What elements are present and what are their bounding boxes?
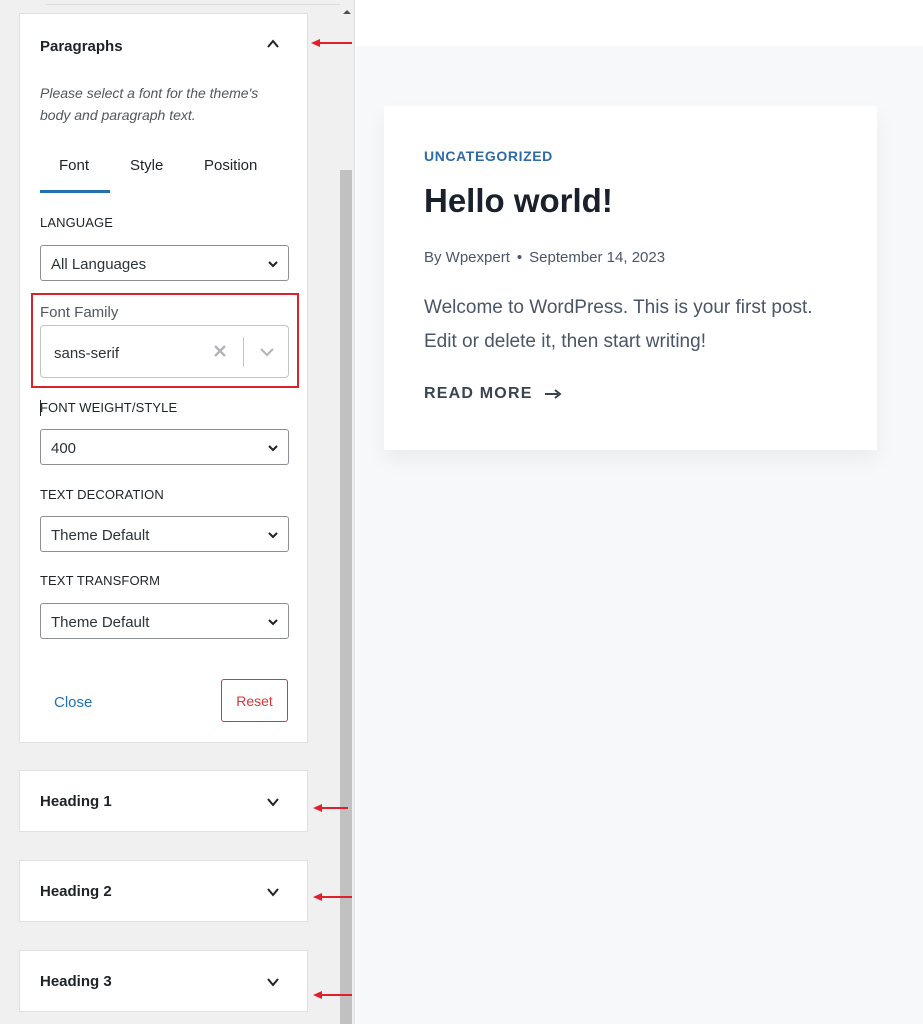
meta-separator: • (516, 249, 523, 266)
chevron-down-icon (268, 532, 278, 539)
section-description: Please select a font for the theme's bod… (40, 85, 259, 123)
language-select-value: All Languages (51, 256, 147, 273)
customizer-sidebar: Paragraphs Please select a font for the … (0, 0, 355, 1024)
section-title-paragraphs[interactable]: Paragraphs (40, 38, 123, 55)
red-arrow-left-icon (313, 991, 352, 999)
chevron-down-icon (268, 445, 278, 452)
section-heading-3[interactable]: Heading 3 (19, 950, 308, 1012)
font-family-value: sans-serif (54, 345, 120, 362)
paragraphs-section: Paragraphs Please select a font for the … (19, 13, 308, 743)
text-transform-value: Theme Default (51, 614, 150, 631)
red-arrow-left-icon (313, 893, 352, 901)
text-decoration-select[interactable]: Theme Default (40, 516, 289, 552)
post-date[interactable]: September 14, 2023 (529, 249, 665, 266)
read-more-label: READ MORE (424, 385, 533, 402)
select-separator (243, 337, 244, 367)
close-x-icon[interactable] (213, 344, 227, 358)
chevron-down-icon[interactable] (266, 975, 280, 989)
section-title-heading-2: Heading 2 (40, 883, 112, 900)
post-meta: By Wpexpert • September 14, 2023 (424, 249, 665, 266)
post-category-link[interactable]: UNCATEGORIZED (424, 148, 553, 164)
tab-style[interactable]: Style (130, 157, 163, 174)
long-arrow-right-icon (545, 388, 562, 399)
post-title[interactable]: Hello world! (424, 182, 613, 220)
language-select[interactable]: All Languages (40, 245, 289, 281)
chevron-down-icon[interactable] (266, 795, 280, 809)
active-tab-indicator (40, 190, 110, 193)
post-card: UNCATEGORIZED Hello world! By Wpexpert • S… (384, 106, 877, 450)
chevron-up-icon[interactable] (266, 37, 280, 51)
font-weight-value: 400 (51, 440, 77, 457)
tab-position[interactable]: Position (204, 157, 257, 174)
red-arrow-left-icon (313, 804, 348, 812)
read-more-link[interactable]: READ MORE (424, 385, 562, 403)
site-preview: UNCATEGORIZED Hello world! By Wpexpert • S… (356, 0, 923, 1024)
red-arrow-left-icon (311, 39, 352, 47)
text-decoration-label: TEXT DECORATION (40, 487, 164, 502)
chevron-down-icon (268, 261, 278, 268)
chevron-down-icon (268, 619, 278, 626)
section-title-heading-1: Heading 1 (40, 793, 112, 810)
text-transform-label: TEXT TRANSFORM (40, 573, 161, 588)
panel-header-edge (46, 0, 340, 5)
font-weight-select[interactable]: 400 (40, 429, 289, 465)
font-family-label: Font Family (40, 304, 119, 321)
section-heading-2[interactable]: Heading 2 (19, 860, 308, 922)
close-link[interactable]: Close (54, 694, 92, 711)
scroll-up-arrow-icon[interactable] (341, 6, 353, 18)
tab-font[interactable]: Font (59, 157, 89, 174)
reset-button[interactable]: Reset (221, 679, 288, 722)
font-weight-label: FONT WEIGHT/STYLE (40, 400, 178, 415)
preview-header-area (356, 0, 923, 46)
chevron-down-icon[interactable] (259, 346, 275, 358)
post-excerpt: Welcome to WordPress. This is your first… (424, 297, 813, 352)
section-heading-1[interactable]: Heading 1 (19, 770, 308, 832)
text-decoration-value: Theme Default (51, 527, 150, 544)
font-family-select[interactable]: sans-serif (40, 325, 289, 378)
text-transform-select[interactable]: Theme Default (40, 603, 289, 639)
post-author[interactable]: By Wpexpert (424, 249, 510, 266)
chevron-down-icon[interactable] (266, 885, 280, 899)
language-label: LANGUAGE (40, 215, 114, 230)
section-title-heading-3: Heading 3 (40, 973, 112, 990)
